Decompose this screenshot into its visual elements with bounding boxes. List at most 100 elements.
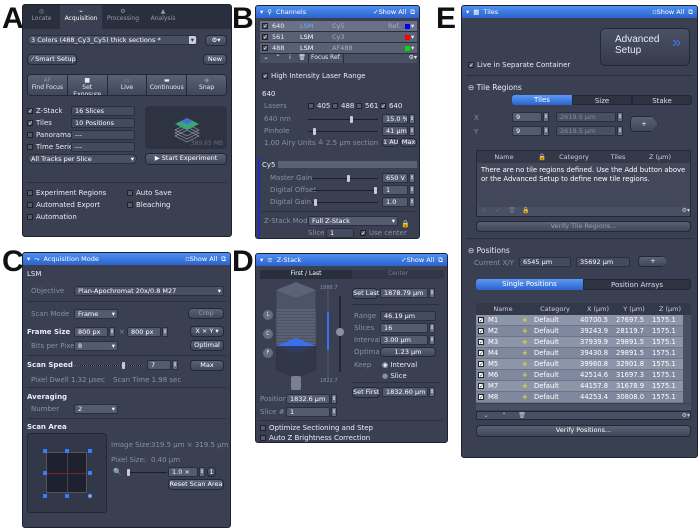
delete-icon[interactable]: 🗑 [505, 207, 519, 216]
laser-488-checkbox[interactable]: 488 [332, 102, 354, 110]
master-gain-field[interactable]: 650 V [382, 173, 408, 183]
resize-handle[interactable] [65, 494, 69, 498]
channel-checkbox[interactable]: ✓ [262, 45, 268, 52]
reset-scan-area-button[interactable]: Reset Scan Area [168, 479, 224, 490]
optimal-button[interactable]: Optimal [190, 340, 224, 351]
position-row[interactable]: ✓ M3 + Default 37939.9 29891.5 1575.1 [476, 337, 683, 348]
slider-handle[interactable] [347, 175, 351, 182]
undock-icon[interactable]: ⧉ [438, 256, 443, 265]
digital-gain-field[interactable]: 1.0 [382, 197, 408, 207]
resize-handle[interactable] [43, 471, 47, 475]
stepper-icon[interactable]: ⇕ [199, 467, 205, 477]
slider-handle[interactable] [314, 199, 318, 206]
crosshair-icon[interactable]: + [522, 359, 528, 370]
xy-ratio-select[interactable]: X × Y ▾ [190, 326, 224, 337]
tiles-y-field[interactable]: 9 [512, 126, 542, 136]
lock-icon[interactable]: 🔒 [519, 207, 533, 216]
resize-handle[interactable] [88, 471, 92, 475]
stepper-icon[interactable]: ⇕ [162, 327, 168, 337]
tab-acquisition[interactable]: ⌁ Acquisition [60, 5, 102, 29]
resize-handle[interactable] [43, 449, 47, 453]
verify-positions-button[interactable]: Verify Positions... [476, 425, 691, 437]
crosshair-icon[interactable]: + [522, 348, 528, 359]
collapse-icon[interactable]: ▾ [260, 8, 263, 16]
crosshair-icon[interactable]: + [522, 315, 528, 326]
configuration-select[interactable]: 3 Colors (488_Cy3_Cy5) thick sections * ▾ [27, 35, 199, 45]
laser-power-field[interactable]: 15.0 % [382, 114, 408, 124]
chevron-down-icon[interactable]: ▾ [411, 43, 414, 54]
center-marker[interactable]: C [263, 329, 273, 339]
frame-x-field[interactable]: 800 px [74, 327, 108, 337]
averaging-number-select[interactable]: 2 ▾ [74, 404, 118, 414]
position-checkbox[interactable]: ✓ [478, 350, 484, 357]
gear-icon[interactable]: ⚙▾ [682, 412, 690, 419]
delete-icon[interactable]: 🗑 [296, 54, 308, 63]
verify-tile-regions-button[interactable]: Verify Tile Regions... [476, 221, 691, 232]
scan-mode-select[interactable]: Frame ▾ [74, 309, 118, 319]
optimize-sectioning-checkbox[interactable]: Optimize Sectioning and Step [260, 424, 373, 432]
tab-first-last[interactable]: First / Last [260, 270, 352, 279]
time-series-checkbox[interactable]: Time Series [27, 143, 77, 151]
tab-processing[interactable]: ⚙ Processing [102, 5, 144, 29]
move-up-icon[interactable]: ⌃ [272, 54, 284, 63]
channel-row[interactable]: ✓ 561 LSM Cy3 ▾ [260, 32, 417, 43]
dye-name-field[interactable] [278, 161, 417, 168]
stepper-icon[interactable]: ⇕ [409, 114, 415, 124]
set-exposure-button[interactable]: ■ Set Exposure [67, 75, 108, 95]
vertical-scrollbar[interactable] [683, 315, 691, 403]
zoom-field[interactable]: 1.0 × [168, 467, 198, 477]
find-focus-button[interactable]: AF Find Focus [28, 75, 68, 95]
rotate-handle[interactable] [88, 494, 92, 498]
digital-gain-slider[interactable] [312, 199, 378, 206]
chevron-down-icon[interactable]: ▾ [411, 32, 414, 43]
tab-locate[interactable]: ◎ Locate [23, 5, 60, 29]
zstack-mode-select[interactable]: Full Z-Stack ▾ [308, 216, 398, 226]
show-all-toggle[interactable]: ✓Show All [401, 256, 434, 264]
resize-handle[interactable] [88, 449, 92, 453]
column-name[interactable]: Name [488, 305, 518, 313]
start-experiment-button[interactable]: ▶ Start Experiment [145, 153, 227, 165]
horizontal-scrollbar[interactable] [476, 404, 691, 410]
stepper-icon[interactable]: ⇕ [543, 112, 549, 122]
collapse-icon[interactable]: ▾ [27, 255, 30, 263]
use-center-checkbox[interactable]: ✓ Use center [360, 229, 407, 237]
show-all-toggle[interactable]: ▫Show All [185, 255, 217, 263]
move-down-icon[interactable]: ⌄ [260, 54, 272, 63]
last-marker[interactable]: L [263, 310, 273, 320]
column-category[interactable]: Category [549, 153, 599, 161]
zstack-checkbox[interactable]: ✓ Z-Stack [27, 107, 63, 115]
tiles-x-field[interactable]: 9 [512, 112, 542, 122]
stepper-icon[interactable]: ⇕ [172, 360, 178, 370]
gear-icon[interactable]: ⚙▾ [682, 207, 690, 216]
scan-speed-slider[interactable] [74, 362, 144, 369]
focus-ref-button[interactable]: Focus Ref. [308, 54, 345, 63]
channel-row[interactable]: ✓ 640 LSM Cy5 Ref. ▾ [260, 21, 417, 32]
laser-640-checkbox[interactable]: ✓ 640 [380, 102, 402, 110]
resize-handle[interactable] [65, 449, 69, 453]
position-checkbox[interactable]: ✓ [478, 328, 484, 335]
channel-row[interactable]: ✓ 488 LSM AF488 ▾ [260, 43, 417, 54]
last-position-field[interactable]: 1878.79 µm [380, 288, 428, 298]
set-first-button[interactable]: Set First [352, 387, 380, 398]
digital-offset-field[interactable]: 1 [382, 185, 408, 195]
slider-handle[interactable] [127, 469, 130, 476]
undock-icon[interactable]: ⧉ [221, 255, 226, 264]
gear-icon[interactable]: ⚙▾ [409, 54, 417, 63]
objective-select[interactable]: Plan-Apochromat 20x/0.8 M27 ▾ [74, 286, 224, 296]
undock-icon[interactable]: ⧉ [688, 8, 693, 17]
move-up-icon[interactable]: ⌃ [495, 412, 513, 419]
column-category[interactable]: Category [530, 305, 580, 313]
column-name[interactable]: Name [487, 153, 521, 161]
bleaching-checkbox[interactable]: Bleaching [127, 201, 170, 209]
continuous-button[interactable]: ▬ Continuous [147, 75, 188, 95]
interval-field[interactable]: 3.00 µm [380, 335, 428, 345]
new-button[interactable]: New [203, 54, 227, 65]
tab-stake[interactable]: Stake [632, 95, 692, 105]
lock-icon[interactable]: 🔒 [401, 220, 410, 228]
stepper-icon[interactable]: ⇕ [429, 387, 435, 397]
max-speed-button[interactable]: Max [190, 360, 224, 371]
channel-color-swatch[interactable] [405, 46, 410, 51]
position-checkbox[interactable]: ✓ [478, 394, 484, 401]
crosshair-icon[interactable]: + [522, 337, 528, 348]
column-x[interactable]: X (µm) [580, 305, 616, 313]
